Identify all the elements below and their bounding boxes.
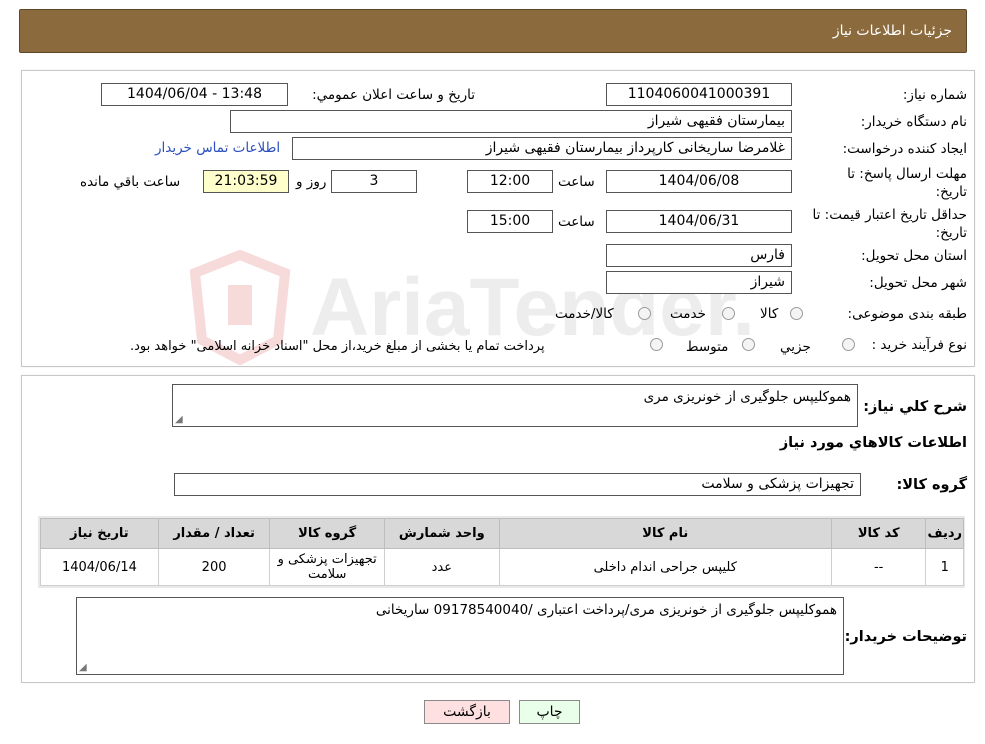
creator-label: ایجاد کننده درخواست: [842, 141, 967, 157]
cell-code: -- [830, 548, 927, 586]
city-field: شیراز [606, 271, 792, 294]
validity-time-field: 15:00 [467, 210, 553, 233]
category-radio-goods[interactable] [790, 307, 803, 320]
print-button[interactable]: چاپ [519, 700, 580, 724]
cell-quantity: 200 [157, 548, 271, 586]
province-label: استان محل تحویل: [861, 248, 967, 264]
need-number-field: 1104060041000391 [606, 83, 792, 106]
th-date: تاریخ نیاز [40, 518, 159, 549]
buyer-notes-field[interactable]: هموکلیپس جلوگیری از خونریزی مری/پرداخت ا… [76, 597, 844, 675]
description-field[interactable]: هموکلیپس جلوگیری از خونریزی مری ◢ [172, 384, 858, 427]
creator-field: غلامرضا ساریخانی کارپرداز بیمارستان فقیه… [292, 137, 792, 160]
th-unit: واحد شمارش [383, 518, 500, 549]
validity-time-word: ساعت [558, 214, 595, 230]
announce-label: تاریخ و ساعت اعلان عمومي: [312, 87, 475, 103]
group-label: گروه کالا: [896, 477, 967, 493]
th-name: نام کالا [498, 518, 832, 549]
buyer-notes-text: هموکلیپس جلوگیری از خونریزی مری/پرداخت ا… [375, 602, 837, 618]
buyer-org-field: بیمارستان فقیهی شیراز [230, 110, 792, 133]
deadline-label-2: تاریخ: [935, 184, 967, 200]
process-option-partial: جزیي [780, 339, 811, 355]
buyer-org-label: نام دستگاه خريدار: [860, 114, 967, 130]
process-radio-partial[interactable] [842, 338, 855, 351]
th-row: رديف [925, 518, 964, 549]
remaining-word: ساعت باقي مانده [80, 174, 181, 190]
category-radio-service[interactable] [722, 307, 735, 320]
page-title: جزئیات اطلاعات نیاز [832, 23, 952, 39]
deadline-time-field: 12:00 [467, 170, 553, 193]
cell-group: تجهیزات پزشکی و سلامت [269, 548, 385, 586]
group-field: تجهیزات پزشکی و سلامت [174, 473, 861, 496]
process-radio-treasury[interactable] [650, 338, 663, 351]
category-option-service: خدمت [670, 306, 706, 322]
deadline-label: مهلت ارسال پاسخ: تا [847, 166, 967, 182]
buyer-notes-label: توضیحات خریدار: [844, 629, 967, 645]
cell-date: 1404/06/14 [40, 548, 159, 586]
resize-grip-icon[interactable]: ◢ [79, 662, 87, 673]
page-header: جزئیات اطلاعات نیاز [19, 9, 967, 53]
province-field: فارس [606, 244, 792, 267]
category-radio-goods-service[interactable] [638, 307, 651, 320]
process-label: نوع فرآیند خرید : [871, 337, 967, 353]
items-table: رديف کد کالا نام کالا واحد شمارش گروه کا… [40, 518, 964, 586]
validity-date-field: 1404/06/31 [606, 210, 792, 233]
announce-field: 1404/06/04 - 13:48 [101, 83, 288, 106]
th-code: کد کالا [830, 518, 927, 549]
process-radio-medium[interactable] [742, 338, 755, 351]
need-number-label: شماره نیاز: [902, 87, 967, 103]
resize-grip-icon[interactable]: ◢ [175, 414, 183, 425]
cell-unit: عدد [383, 548, 500, 586]
table-row: 1 -- کلیپس جراحی اندام داخلی عدد تجهیزات… [40, 548, 964, 586]
category-label: طبقه بندی موضوعی: [847, 306, 967, 322]
days-word: روز و [296, 174, 327, 190]
remaining-time-field: 21:03:59 [203, 170, 289, 193]
description-text: هموکلیپس جلوگیری از خونریزی مری [643, 389, 851, 405]
validity-label-2: تاريخ: [935, 225, 967, 241]
items-title: اطلاعات كالاهاي مورد نياز [779, 435, 967, 451]
category-option-goods-service: کالا/خدمت [555, 306, 614, 322]
deadline-date-field: 1404/06/08 [606, 170, 792, 193]
cell-row: 1 [925, 548, 964, 586]
category-option-goods: کالا [760, 306, 779, 322]
th-group: گروه کالا [269, 518, 385, 549]
process-option-medium: متوسط [686, 339, 729, 355]
table-header-row: رديف کد کالا نام کالا واحد شمارش گروه کا… [40, 518, 964, 549]
description-label: شرح كلي نياز: [863, 399, 967, 415]
back-button[interactable]: بازگشت [424, 700, 510, 724]
city-label: شهر محل تحویل: [869, 275, 967, 291]
days-field: 3 [331, 170, 417, 193]
cell-name: کلیپس جراحی اندام داخلی [498, 548, 832, 586]
process-note: پرداخت تمام يا بخشی از مبلغ خريد،از محل … [130, 339, 545, 354]
contact-info-link[interactable]: اطلاعات تماس خریدار [155, 140, 280, 156]
th-quantity: تعداد / مقدار [157, 518, 271, 549]
deadline-time-word: ساعت [558, 174, 595, 190]
validity-label: حداقل تاريخ اعتبار قيمت: تا [812, 207, 967, 223]
